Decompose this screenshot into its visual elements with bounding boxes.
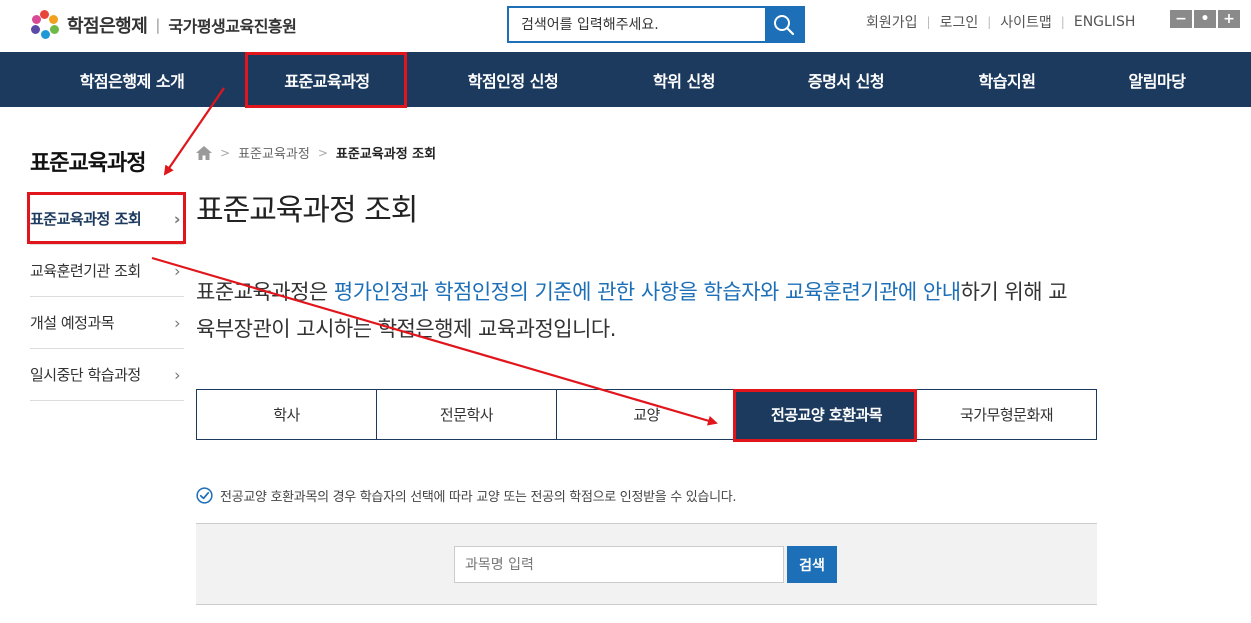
site-logo[interactable]: 학점은행제 | 국가평생교육진흥원 [30,10,297,40]
breadcrumb-separator: > [220,145,231,160]
nav-item-learning-support[interactable]: 학습지원 [927,52,1087,107]
nav-item-credit-application[interactable]: 학점인정 신청 [433,52,593,107]
info-note-text: 전공교양 호환과목의 경우 학습자의 선택에 따라 교양 또는 전공의 학점으로… [220,490,737,505]
utility-links: 회원가입 | 로그인 | 사이트맵 | ENGLISH [866,12,1135,32]
logo-org: 국가평생교육진흥원 [168,17,297,36]
tab-liberal-arts[interactable]: 교양 [557,390,737,439]
course-name-input[interactable] [454,546,784,583]
main-nav: 학점은행제 소개 표준교육과정 학점인정 신청 학위 신청 증명서 신청 학습지… [0,52,1251,107]
global-search-button[interactable] [765,8,803,41]
sidebar-item-label: 개설 예정과목 [30,314,115,332]
zoom-in-button[interactable]: + [1218,10,1240,28]
sidebar-item-planned-courses[interactable]: 개설 예정과목 › [30,297,184,349]
intro-text: 표준교육과정은 평가인정과 학점인정의 기준에 관한 사항을 학습자와 교육훈련… [196,274,1076,348]
global-search-input[interactable] [509,8,765,41]
page-title: 표준교육과정 조회 [196,193,418,228]
search-icon [774,14,795,35]
tab-intangible-heritage[interactable]: 국가무형문화재 [917,390,1096,439]
chevron-right-icon: › [174,365,180,384]
logo-flower-icon [30,10,60,40]
course-search-panel: 검색 [196,523,1097,605]
sidebar-menu: 표준교육과정 조회 › 교육훈련기관 조회 › 개설 예정과목 › 일시중단 학… [30,193,184,401]
tab-bachelor[interactable]: 학사 [197,390,377,439]
logo-title: 학점은행제 [67,16,148,37]
curriculum-tabs: 학사 전문학사 교양 전공교양 호환과목 국가무형문화재 [196,389,1097,440]
zoom-controls: − • + [1170,10,1240,28]
breadcrumb: > 표준교육과정 > 표준교육과정 조회 [196,143,436,162]
breadcrumb-current: 표준교육과정 조회 [335,147,437,162]
breadcrumb-separator: > [317,145,328,160]
nav-item-standard-curriculum[interactable]: 표준교육과정 [247,52,407,107]
top-header: 학점은행제 | 국가평생교육진흥원 회원가입 | 로그인 | 사이트맵 | EN… [0,0,1251,52]
sidebar-item-label: 일시중단 학습과정 [30,366,141,384]
zoom-out-button[interactable]: − [1170,10,1192,28]
sidebar-item-institution-search[interactable]: 교육훈련기관 조회 › [30,245,184,297]
util-divider: | [987,15,992,29]
util-join-link[interactable]: 회원가입 [866,12,918,32]
check-circle-icon [196,487,213,504]
sidebar-item-label: 표준교육과정 조회 [30,210,142,228]
util-divider: | [926,15,931,29]
tab-associate[interactable]: 전문학사 [377,390,557,439]
chevron-right-icon: › [174,313,180,332]
nav-item-notice[interactable]: 알림마당 [1077,52,1237,107]
util-login-link[interactable]: 로그인 [940,12,979,32]
global-search [507,6,805,43]
logo-separator: | [155,16,161,34]
page: 학점은행제 | 국가평생교육진흥원 회원가입 | 로그인 | 사이트맵 | EN… [0,0,1251,623]
tab-major-liberal-compatible[interactable]: 전공교양 호환과목 [737,390,917,439]
home-icon[interactable] [196,145,212,160]
breadcrumb-item[interactable]: 표준교육과정 [238,143,310,162]
intro-highlight: 평가인정과 학점인정의 기준에 관한 사항을 학습자와 교육훈련기관에 안내 [333,280,961,304]
info-note: 전공교양 호환과목의 경우 학습자의 선택에 따라 교양 또는 전공의 학점으로… [196,486,737,505]
sidebar-item-label: 교육훈련기관 조회 [30,262,141,280]
util-divider: | [1060,15,1065,29]
course-search-button[interactable]: 검색 [787,546,837,583]
nav-item-certificate[interactable]: 증명서 신청 [766,52,926,107]
nav-item-intro[interactable]: 학점은행제 소개 [47,52,217,107]
chevron-right-icon: › [174,261,180,280]
sidebar-title: 표준교육과정 [30,151,146,176]
util-sitemap-link[interactable]: 사이트맵 [1000,12,1052,32]
intro-part1: 표준교육과정은 [196,280,334,304]
nav-item-degree-application[interactable]: 학위 신청 [604,52,764,107]
sidebar-item-curriculum-search[interactable]: 표준교육과정 조회 › [30,193,184,245]
sidebar-item-suspended-courses[interactable]: 일시중단 학습과정 › [30,349,184,401]
util-english-link[interactable]: ENGLISH [1074,14,1136,30]
chevron-right-icon: › [173,209,181,228]
zoom-reset-button[interactable]: • [1194,10,1216,28]
